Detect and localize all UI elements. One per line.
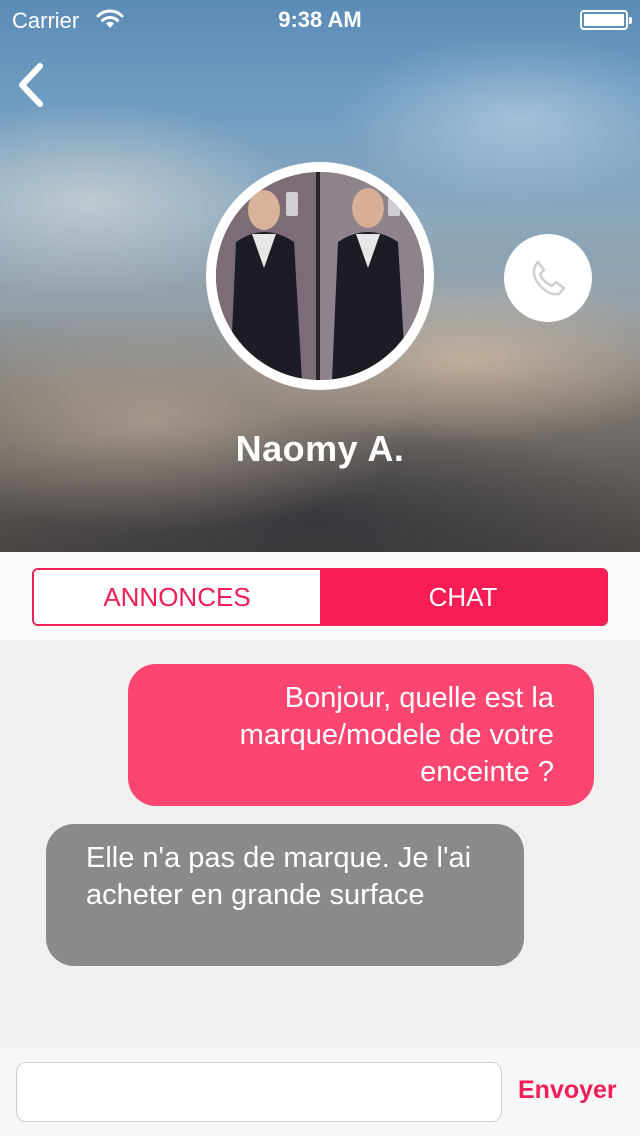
message-bubble-incoming: Elle n'a pas de marque. Je l'ai acheter … bbox=[46, 824, 524, 966]
status-bar: Carrier 9:38 AM bbox=[0, 0, 640, 40]
message-input[interactable] bbox=[16, 1062, 502, 1122]
avatar-photo bbox=[216, 172, 424, 380]
message-bubble-outgoing: Bonjour, quelle est la marque/modele de … bbox=[128, 664, 594, 806]
back-button[interactable] bbox=[10, 58, 56, 112]
send-button[interactable]: Envoyer bbox=[518, 1076, 617, 1105]
chat-thread: Bonjour, quelle est la marque/modele de … bbox=[0, 640, 640, 1048]
phone-icon bbox=[532, 260, 566, 296]
avatar bbox=[216, 172, 424, 380]
call-button[interactable] bbox=[504, 234, 592, 322]
avatar-frame[interactable] bbox=[206, 162, 434, 390]
battery-icon bbox=[580, 10, 632, 30]
chevron-left-icon bbox=[19, 63, 43, 107]
profile-name: Naomy A. bbox=[235, 428, 405, 469]
composer-bar: Envoyer bbox=[0, 1048, 640, 1136]
tab-annonces[interactable]: ANNONCES bbox=[34, 570, 320, 624]
tabs-bar: ANNONCES CHAT bbox=[0, 552, 640, 640]
clock: 9:38 AM bbox=[278, 7, 362, 32]
tab-chat[interactable]: CHAT bbox=[320, 570, 606, 624]
segmented-control: ANNONCES CHAT bbox=[32, 568, 608, 626]
profile-header: Carrier 9:38 AM Naomy A. bbox=[0, 0, 640, 552]
